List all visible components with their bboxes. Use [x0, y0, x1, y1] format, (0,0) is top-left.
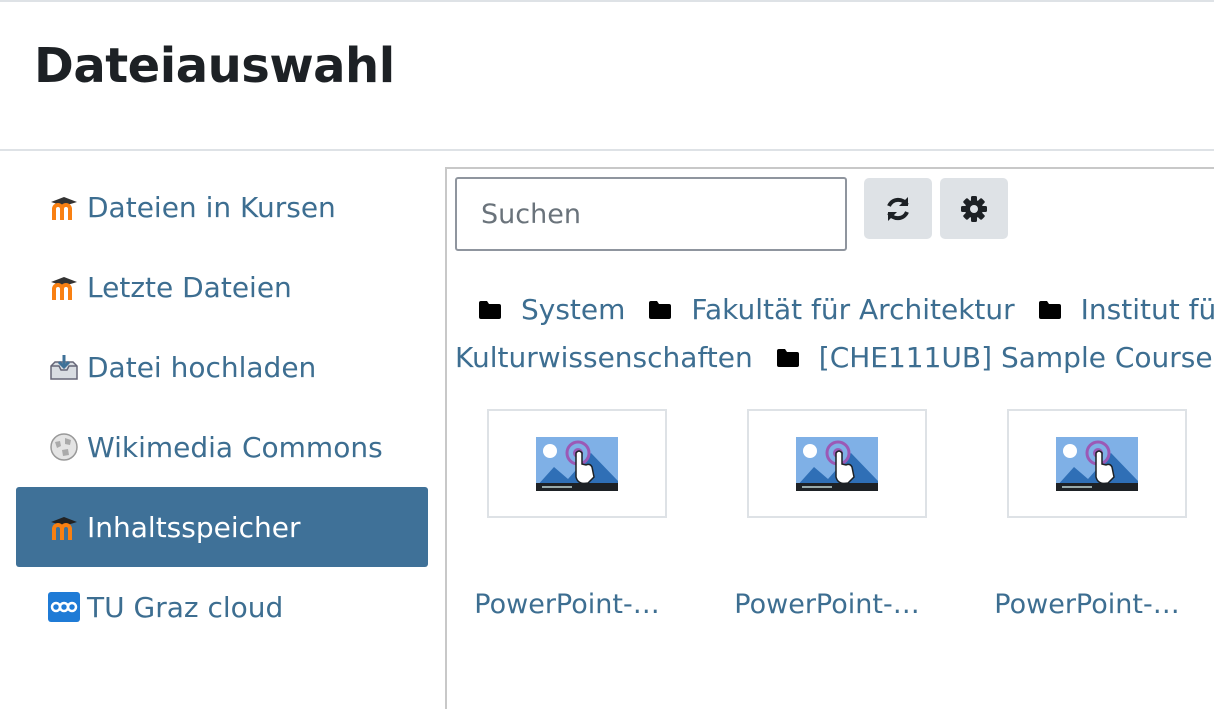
search-input[interactable]	[455, 177, 847, 251]
sidebar-item-label: Letzte Dateien	[87, 270, 292, 304]
dialog-title: Dateiauswahl	[34, 38, 395, 94]
sidebar-item-tu-graz-cloud[interactable]: TU Graz cloud	[16, 567, 428, 647]
file-name[interactable]: PowerPoint-…	[727, 589, 927, 620]
moodle-icon	[48, 271, 80, 303]
breadcrumb-item[interactable]: Kulturwissenschaften	[455, 341, 753, 374]
nextcloud-icon	[48, 591, 80, 623]
sidebar-item-course-files[interactable]: Dateien in Kursen	[16, 167, 428, 247]
sidebar-item-recent-files[interactable]: Letzte Dateien	[16, 247, 428, 327]
settings-button[interactable]	[940, 178, 1008, 239]
file-tile[interactable]: PowerPoint-…	[734, 409, 927, 620]
file-thumbnail[interactable]	[487, 409, 667, 518]
repository-sidebar: Dateien in Kursen Letzte Dateien Datei h…	[16, 167, 428, 647]
refresh-button[interactable]	[864, 178, 932, 239]
sidebar-item-label: Wikimedia Commons	[87, 430, 383, 464]
breadcrumb-item[interactable]: Fakultät für Architektur	[691, 293, 1014, 326]
interactive-content-icon	[1056, 436, 1138, 491]
header-divider	[0, 149, 1214, 151]
sidebar-item-label: Dateien in Kursen	[87, 190, 336, 224]
folder-icon	[776, 349, 799, 367]
interactive-content-icon	[796, 436, 878, 491]
sidebar-item-label: Inhaltsspeicher	[87, 510, 301, 544]
breadcrumb-item[interactable]: Institut für	[1081, 293, 1214, 326]
gear-icon	[961, 195, 987, 222]
file-thumbnail[interactable]	[747, 409, 927, 518]
upload-icon	[48, 351, 80, 383]
sidebar-item-label: TU Graz cloud	[87, 590, 284, 624]
file-name[interactable]: PowerPoint-…	[987, 589, 1187, 620]
sidebar-item-content-bank[interactable]: Inhaltsspeicher	[16, 487, 428, 567]
sidebar-item-label: Datei hochladen	[87, 350, 317, 384]
file-tile[interactable]: PowerPoint-…	[994, 409, 1187, 620]
folder-icon	[649, 301, 672, 319]
top-divider	[0, 0, 1214, 2]
file-thumbnail[interactable]	[1007, 409, 1187, 518]
folder-icon	[479, 301, 501, 319]
folder-icon	[1038, 301, 1061, 319]
file-tile[interactable]: PowerPoint-…	[474, 409, 667, 620]
breadcrumb: System Fakultät für Architektur Institut f…	[455, 286, 1214, 382]
interactive-content-icon	[536, 436, 618, 491]
sidebar-item-wikimedia[interactable]: Wikimedia Commons	[16, 407, 428, 487]
refresh-icon	[887, 196, 909, 221]
wikipedia-icon	[48, 431, 80, 463]
breadcrumb-item[interactable]: System	[521, 293, 625, 326]
sidebar-item-upload[interactable]: Datei hochladen	[16, 327, 428, 407]
breadcrumb-item[interactable]: [CHE111UB] Sample Course (S	[819, 341, 1214, 374]
moodle-icon	[48, 191, 80, 223]
file-name[interactable]: PowerPoint-…	[467, 589, 667, 620]
moodle-icon	[48, 511, 80, 543]
